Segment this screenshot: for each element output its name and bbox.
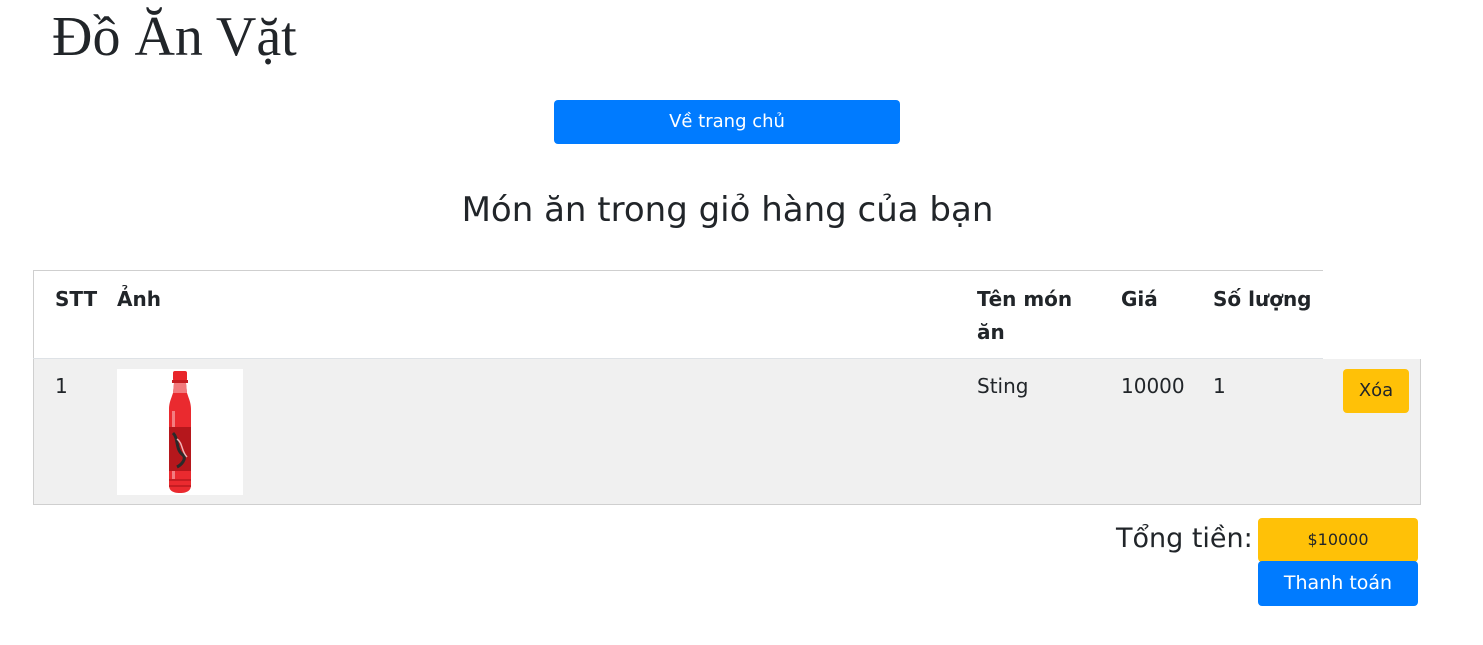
column-header-action <box>1323 270 1421 359</box>
cell-image <box>109 358 969 505</box>
home-button[interactable]: Về trang chủ <box>554 100 900 144</box>
checkout-button[interactable]: Thanh toán <box>1258 561 1418 606</box>
column-header-price: Giá <box>1113 270 1205 359</box>
total-value-badge: $10000 <box>1258 518 1418 562</box>
column-header-stt: STT <box>33 270 109 359</box>
total-label: Tổng tiền: <box>1116 523 1253 554</box>
red-soda-bottle-icon <box>117 369 243 495</box>
product-image <box>117 369 243 495</box>
cell-price: 10000 <box>1113 358 1205 505</box>
site-title: Đồ Ăn Vặt <box>52 6 297 68</box>
cart-heading: Món ăn trong giỏ hàng của bạn <box>461 190 994 230</box>
cart-table: STT Ảnh Tên món ăn Giá Số lượng 1 Sting … <box>33 270 1421 505</box>
cell-action: Xóa <box>1323 358 1421 505</box>
column-header-image: Ảnh <box>109 270 969 359</box>
table-header-row: STT Ảnh Tên món ăn Giá Số lượng <box>33 270 1421 359</box>
column-header-quantity: Số lượng <box>1205 270 1323 359</box>
column-header-name: Tên món ăn <box>969 270 1113 359</box>
cell-quantity: 1 <box>1205 358 1323 505</box>
cell-name: Sting <box>969 358 1113 505</box>
delete-item-button[interactable]: Xóa <box>1343 368 1409 413</box>
cell-stt: 1 <box>33 358 109 505</box>
table-row: 1 Sting 10000 1 Xóa <box>33 358 1421 505</box>
